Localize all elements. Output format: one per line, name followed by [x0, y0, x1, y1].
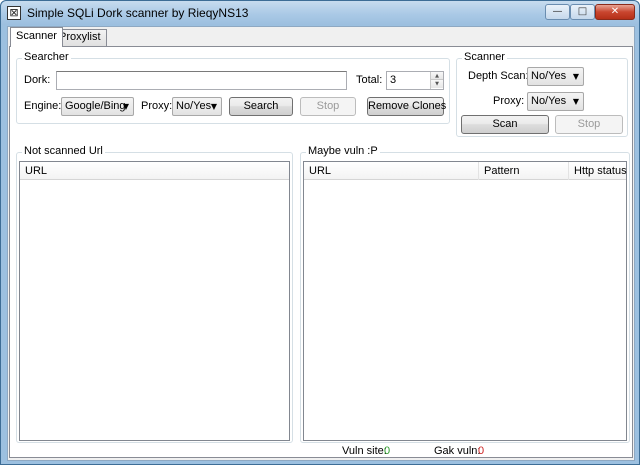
total-label: Total: [356, 74, 383, 86]
scanner-proxy-select[interactable]: No/Yes ▼ [527, 92, 584, 111]
column-header-url[interactable]: URL [20, 162, 289, 180]
column-header-http-status[interactable]: Http status [569, 162, 627, 180]
application-window: ⊠ Simple SQLi Dork scanner by RieqyNS13 … [0, 0, 640, 465]
search-stop-button[interactable]: Stop [300, 97, 356, 116]
searcher-legend: Searcher [22, 51, 71, 63]
close-button[interactable]: ✕ [595, 4, 635, 20]
gak-vuln-label: Gak vuln: [434, 445, 481, 457]
maybe-vuln-legend: Maybe vuln :P [306, 145, 380, 157]
scanner-legend: Scanner [462, 51, 507, 63]
tab-panel-scanner: Searcher Dork: Total: 3 ▲ ▼ Engine: Goog… [9, 46, 633, 458]
depth-scan-select[interactable]: No/Yes ▼ [527, 67, 584, 86]
maybe-vuln-list-header: URL Pattern Http status [304, 162, 627, 180]
not-scanned-legend: Not scanned Url [22, 145, 105, 157]
remove-clones-button[interactable]: Remove Clones [367, 97, 446, 116]
engine-value: Google/Bing [65, 100, 126, 112]
chevron-down-icon: ▼ [572, 72, 579, 81]
app-icon[interactable]: ⊠ [7, 6, 21, 20]
search-proxy-value: No/Yes [176, 100, 212, 112]
engine-label: Engine: [24, 100, 62, 112]
scan-button[interactable]: Scan [461, 115, 549, 134]
engine-select[interactable]: Google/Bing ▼ [61, 97, 134, 116]
total-spinner-buttons[interactable]: ▲ ▼ [430, 72, 443, 89]
depth-scan-label: Depth Scan: [468, 70, 529, 82]
depth-scan-value: No/Yes [531, 70, 567, 82]
maybe-vuln-list[interactable]: URL Pattern Http status [303, 161, 627, 441]
maybe-vuln-group: Maybe vuln :P URL Pattern Http status [300, 145, 630, 443]
chevron-down-icon: ▼ [210, 102, 217, 111]
spin-down-icon[interactable]: ▼ [431, 80, 443, 88]
scanner-group: Scanner Depth Scan: No/Yes ▼ Proxy: No/Y… [456, 51, 628, 137]
tab-scanner[interactable]: Scanner [10, 27, 63, 47]
scanner-proxy-value: No/Yes [531, 95, 567, 107]
not-scanned-list-header: URL [20, 162, 289, 180]
search-proxy-select[interactable]: No/Yes ▼ [172, 97, 222, 116]
vuln-site-label: Vuln site: [342, 445, 387, 457]
maximize-button[interactable]: □ [570, 4, 595, 20]
chevron-down-icon: ▼ [572, 97, 579, 106]
chevron-down-icon: ▼ [122, 102, 129, 111]
searcher-group: Searcher Dork: Total: 3 ▲ ▼ Engine: Goog… [16, 51, 450, 124]
title-bar[interactable]: ⊠ Simple SQLi Dork scanner by RieqyNS13 … [1, 1, 639, 25]
scanner-proxy-label: Proxy: [493, 95, 525, 107]
dork-input[interactable] [56, 71, 347, 90]
spin-up-icon[interactable]: ▲ [431, 72, 443, 80]
gak-vuln-count: 0 [478, 445, 485, 457]
search-proxy-label: Proxy: [141, 100, 173, 112]
not-scanned-list[interactable]: URL [19, 161, 290, 441]
column-header-url[interactable]: URL [304, 162, 479, 180]
total-spinner[interactable]: 3 ▲ ▼ [386, 71, 444, 90]
scanner-stop-button[interactable]: Stop [555, 115, 623, 134]
dork-label: Dork: [24, 74, 51, 86]
total-value: 3 [390, 74, 397, 86]
not-scanned-group: Not scanned Url URL [16, 145, 293, 443]
minimize-button[interactable]: — [545, 4, 570, 20]
search-button[interactable]: Search [229, 97, 293, 116]
client-area: Scanner Proxylist Searcher Dork: Total: … [7, 26, 635, 461]
vuln-site-count: 0 [384, 445, 391, 457]
column-header-pattern[interactable]: Pattern [479, 162, 569, 180]
window-title: Simple SQLi Dork scanner by RieqyNS13 [27, 6, 249, 20]
